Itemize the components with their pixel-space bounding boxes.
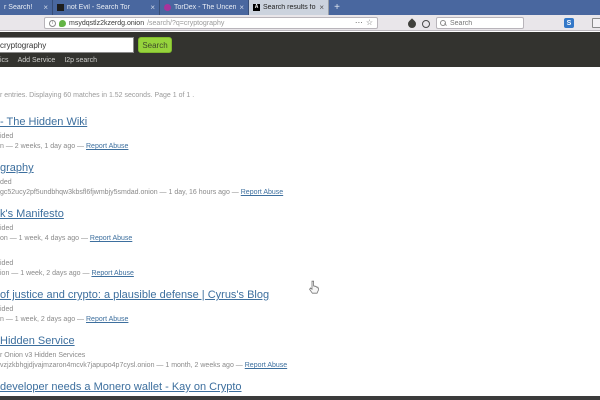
nav-link-add-service[interactable]: Add Service [18,57,56,64]
tordex-favicon-icon [164,4,171,11]
result-url: vzjzkbhgjdjvajmzaron4mcvk7japupo4p7cysl.… [0,362,245,369]
result-url-line: on — 1 week, 4 days ago — Report Abuse [0,234,600,243]
result-url-line: vzjzkbhgjdjvajmzaron4mcvk7japupo4p7cysl.… [0,361,600,370]
site-nav: ics Add Service I2p search [0,57,97,64]
noscript-icon[interactable]: S [564,18,574,28]
hand-cursor-icon [308,280,320,295]
result-description: ded [0,178,600,187]
close-icon[interactable]: × [319,3,324,12]
report-abuse-link[interactable]: Report Abuse [91,270,133,277]
result-url-line: ion — 1 week, 2 days ago — Report Abuse [0,269,600,278]
tab-search[interactable]: r Search! × [0,0,53,15]
result-description: ided [0,132,600,141]
result-description: ided [0,259,600,268]
search-result: k's Manifesto ided on — 1 week, 4 days a… [0,204,600,243]
result-title-link[interactable]: - The Hidden Wiki [0,116,87,129]
tab-label: r Search! [4,4,40,11]
browser-search-box[interactable] [436,17,524,29]
url-path: /search/?q=cryptography [147,20,224,27]
result-url: gc52ucy2pf5undbhqw3kbsfl6fjwmbjy5smdad.o… [0,189,241,196]
tab-label: not Evil - Search Tor [67,4,147,11]
result-title-link[interactable]: of justice and crypto: a plausible defen… [0,289,269,302]
tab-label: Search results for cryptography ... [263,4,316,11]
report-abuse-link[interactable]: Report Abuse [241,189,283,196]
site-search-input[interactable] [0,37,134,53]
result-url-line: gc52ucy2pf5undbhqw3kbsfl6fjwmbjy5smdad.o… [0,188,600,197]
nav-link-i2p-search[interactable]: I2p search [64,57,97,64]
onion-circuit-icon[interactable] [59,20,66,27]
browser-window: r Search! × not Evil - Search Tor × TorD… [0,0,600,400]
results-meta: r entries. Displaying 60 matches in 1.52… [0,92,194,99]
tab-label: TorDex - The Uncensored Tor Se [174,4,236,11]
result-url: on — 1 week, 4 days ago — [0,235,90,242]
result-url: n — 2 weeks, 1 day ago — [0,143,86,150]
close-icon[interactable]: × [239,3,244,12]
notevil-favicon-icon [57,4,64,11]
result-description: ided [0,224,600,233]
address-bar[interactable]: i msydqstlz2kzerdg.onion /search/?q=cryp… [44,17,378,29]
extension-circle-icon[interactable] [422,20,430,28]
menu-edge-icon[interactable] [592,18,600,28]
result-url: ion — 1 week, 2 days ago — [0,270,91,277]
result-title-link[interactable]: developer needs a Monero wallet - Kay on… [0,381,242,394]
nav-link-statistics[interactable]: ics [0,57,9,64]
url-domain: msydqstlz2kzerdg.onion [69,20,144,27]
new-tab-button[interactable]: + [329,0,345,15]
page-actions-icon[interactable]: ⋯ [355,18,363,28]
browser-search-input[interactable] [450,20,520,27]
result-url-line: n — 2 weeks, 1 day ago — Report Abuse [0,142,600,151]
bookmark-star-icon[interactable]: ☆ [366,18,373,28]
result-description: r Onion v3 Hidden Services [0,351,600,360]
tor-onion-button-icon[interactable] [406,18,417,29]
site-header: Search ics Add Service I2p search [0,32,600,67]
tab-tordex[interactable]: TorDex - The Uncensored Tor Se × [160,0,249,15]
site-info-icon[interactable]: i [49,20,56,27]
ahmia-favicon-icon: A [253,4,260,11]
result-title-link[interactable]: k's Manifesto [0,208,64,221]
report-abuse-link[interactable]: Report Abuse [245,362,287,369]
search-result: Hidden Service r Onion v3 Hidden Service… [0,331,600,370]
search-result: ided ion — 1 week, 2 days ago — Report A… [0,259,600,278]
result-url: n — 1 week, 2 days ago — [0,316,86,323]
tab-search-results-active[interactable]: A Search results for cryptography ... × [249,0,329,15]
report-abuse-link[interactable]: Report Abuse [90,235,132,242]
results-list: - The Hidden Wiki ided n — 2 weeks, 1 da… [0,112,600,400]
tab-not-evil[interactable]: not Evil - Search Tor × [53,0,160,15]
search-result: - The Hidden Wiki ided n — 2 weeks, 1 da… [0,112,600,151]
bottom-dark-strip [0,396,600,400]
search-icon [440,20,447,27]
search-result: of justice and crypto: a plausible defen… [0,285,600,324]
close-icon[interactable]: × [150,3,155,12]
report-abuse-link[interactable]: Report Abuse [86,316,128,323]
result-title-link[interactable]: Hidden Service [0,335,75,348]
result-title-link[interactable]: graphy [0,162,34,175]
search-result: graphy ded gc52ucy2pf5undbhqw3kbsfl6fjwm… [0,158,600,197]
tab-bar: r Search! × not Evil - Search Tor × TorD… [0,0,600,15]
result-description: ided [0,305,600,314]
site-search-button[interactable]: Search [138,37,172,53]
result-url-line: n — 1 week, 2 days ago — Report Abuse [0,315,600,324]
report-abuse-link[interactable]: Report Abuse [86,143,128,150]
navigation-toolbar: i msydqstlz2kzerdg.onion /search/?q=cryp… [0,15,600,31]
close-icon[interactable]: × [43,3,48,12]
